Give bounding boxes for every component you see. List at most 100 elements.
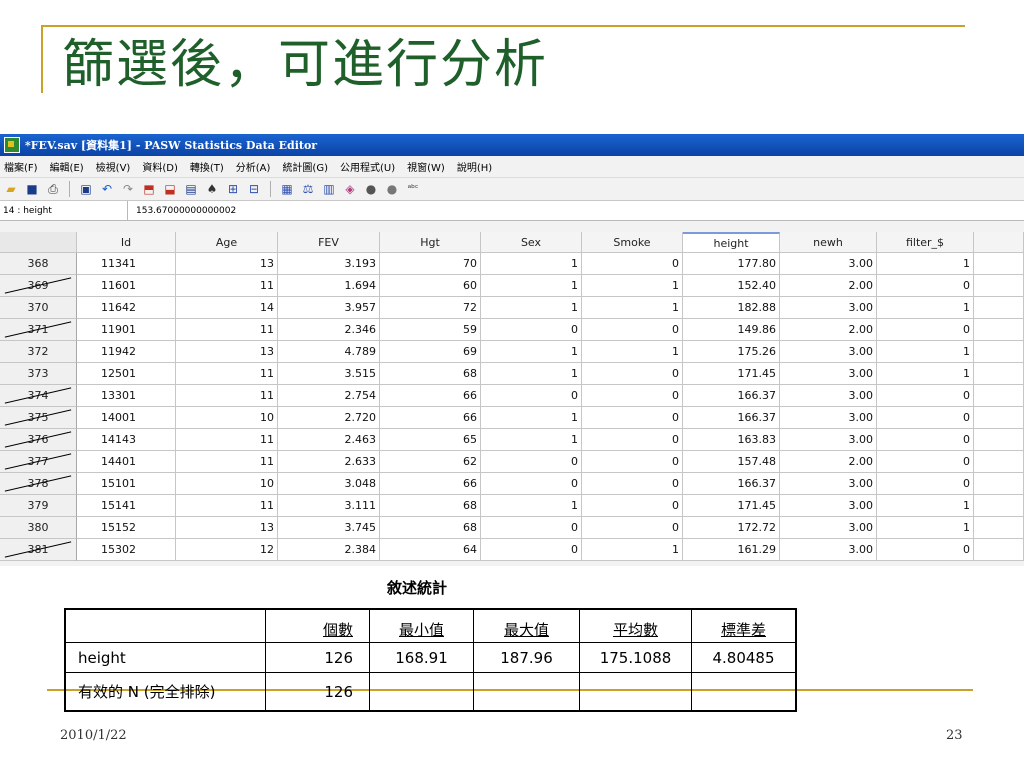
grid-cell[interactable]: 0 xyxy=(877,451,974,473)
grid-cell[interactable]: 0 xyxy=(582,319,683,341)
grid-cell[interactable]: 70 xyxy=(380,253,481,275)
grid-cell[interactable]: 0 xyxy=(582,407,683,429)
grid-cell[interactable]: 2.346 xyxy=(278,319,380,341)
grid-cell[interactable]: 3.745 xyxy=(278,517,380,539)
grid-cell[interactable]: 15302 xyxy=(77,539,176,561)
grid-cell[interactable]: 0 xyxy=(877,407,974,429)
menu-help[interactable]: 說明(H) xyxy=(457,159,492,174)
row-number-filtered[interactable]: 378 xyxy=(0,473,77,495)
grid-cell[interactable]: 65 xyxy=(380,429,481,451)
grid-cell[interactable]: 0 xyxy=(582,517,683,539)
grid-cell[interactable]: 171.45 xyxy=(683,363,780,385)
grid-cell[interactable]: 175.26 xyxy=(683,341,780,363)
grid-cell[interactable]: 172.72 xyxy=(683,517,780,539)
grid-cell[interactable]: 0 xyxy=(582,363,683,385)
grid-cell[interactable]: 13 xyxy=(176,253,278,275)
column-header-empty[interactable] xyxy=(974,232,1024,253)
grid-cell[interactable]: 0 xyxy=(582,253,683,275)
grid-cell[interactable]: 0 xyxy=(582,495,683,517)
grid-cell-empty[interactable] xyxy=(974,363,1024,385)
grid-cell[interactable]: 11942 xyxy=(77,341,176,363)
grid-cell[interactable]: 3.957 xyxy=(278,297,380,319)
grid-cell-empty[interactable] xyxy=(974,451,1024,473)
grid-cell[interactable]: 161.29 xyxy=(683,539,780,561)
grid-cell[interactable]: 1 xyxy=(582,297,683,319)
grid-cell[interactable]: 3.00 xyxy=(780,473,877,495)
grid-cell[interactable]: 11 xyxy=(176,495,278,517)
grid-cell[interactable]: 11 xyxy=(176,451,278,473)
grid-cell[interactable]: 64 xyxy=(380,539,481,561)
print-icon[interactable]: ⎙ xyxy=(45,181,61,197)
grid-cell[interactable]: 163.83 xyxy=(683,429,780,451)
variables-icon[interactable]: ▤ xyxy=(183,181,199,197)
grid-cell[interactable]: 3.193 xyxy=(278,253,380,275)
grid-cell-empty[interactable] xyxy=(974,473,1024,495)
column-header[interactable]: Id xyxy=(77,232,176,253)
grid-cell[interactable]: 69 xyxy=(380,341,481,363)
row-number-filtered[interactable]: 374 xyxy=(0,385,77,407)
column-header[interactable]: Smoke xyxy=(582,232,683,253)
grid-cell[interactable]: 68 xyxy=(380,517,481,539)
grid-cell[interactable]: 2.633 xyxy=(278,451,380,473)
row-number[interactable]: 370 xyxy=(0,297,77,319)
grid-cell[interactable]: 3.00 xyxy=(780,407,877,429)
grid-cell[interactable]: 2.720 xyxy=(278,407,380,429)
grid-cell[interactable]: 0 xyxy=(877,539,974,561)
menu-transform[interactable]: 轉換(T) xyxy=(190,159,224,174)
menu-edit[interactable]: 編輯(E) xyxy=(50,159,84,174)
grid-cell[interactable]: 2.463 xyxy=(278,429,380,451)
grid-cell[interactable]: 13301 xyxy=(77,385,176,407)
row-number-filtered[interactable]: 371 xyxy=(0,319,77,341)
grid-cell-empty[interactable] xyxy=(974,275,1024,297)
find-icon[interactable]: ♠ xyxy=(204,181,220,197)
grid-cell[interactable]: 0 xyxy=(481,517,582,539)
column-header[interactable]: Hgt xyxy=(380,232,481,253)
grid-cell[interactable]: 15141 xyxy=(77,495,176,517)
row-number-filtered[interactable]: 377 xyxy=(0,451,77,473)
grid-cell[interactable]: 3.515 xyxy=(278,363,380,385)
grid-cell-empty[interactable] xyxy=(974,297,1024,319)
grid-cell[interactable]: 1 xyxy=(481,253,582,275)
menu-graphs[interactable]: 統計圖(G) xyxy=(282,159,328,174)
row-number[interactable]: 368 xyxy=(0,253,77,275)
grid-cell[interactable]: 10 xyxy=(176,407,278,429)
grid-cell[interactable]: 1 xyxy=(582,539,683,561)
weight-cases-icon[interactable]: ⚖ xyxy=(300,181,316,197)
grid-cell[interactable]: 3.00 xyxy=(780,539,877,561)
row-number[interactable]: 380 xyxy=(0,517,77,539)
grid-cell[interactable]: 11 xyxy=(176,275,278,297)
grid-cell[interactable]: 62 xyxy=(380,451,481,473)
grid-cell[interactable]: 2.00 xyxy=(780,275,877,297)
grid-cell[interactable]: 72 xyxy=(380,297,481,319)
grid-cell[interactable]: 11901 xyxy=(77,319,176,341)
insert-cases-icon[interactable]: ⊞ xyxy=(225,181,241,197)
grid-cell-empty[interactable] xyxy=(974,341,1024,363)
menu-utilities[interactable]: 公用程式(U) xyxy=(340,159,395,174)
grid-cell[interactable]: 166.37 xyxy=(683,407,780,429)
insert-variable-icon[interactable]: ⊟ xyxy=(246,181,262,197)
grid-cell[interactable]: 1 xyxy=(481,407,582,429)
window-titlebar[interactable]: *FEV.sav [資料集1] - PASW Statistics Data E… xyxy=(0,134,1024,156)
grid-cell[interactable]: 14001 xyxy=(77,407,176,429)
grid-cell[interactable]: 1 xyxy=(481,297,582,319)
goto-variable-icon[interactable]: ⬓ xyxy=(162,181,178,197)
grid-cell[interactable]: 3.00 xyxy=(780,517,877,539)
grid-cell[interactable]: 11 xyxy=(176,385,278,407)
grid-cell[interactable]: 0 xyxy=(877,385,974,407)
grid-cell[interactable]: 1 xyxy=(481,495,582,517)
grid-cell[interactable]: 1 xyxy=(481,275,582,297)
column-header[interactable]: Sex xyxy=(481,232,582,253)
grid-cell[interactable]: 1 xyxy=(481,429,582,451)
grid-cell[interactable]: 10 xyxy=(176,473,278,495)
grid-corner[interactable] xyxy=(0,232,77,253)
grid-cell[interactable]: 11642 xyxy=(77,297,176,319)
grid-cell[interactable]: 1 xyxy=(582,275,683,297)
value-labels-icon[interactable]: ◈ xyxy=(342,181,358,197)
open-folder-icon[interactable]: ▰ xyxy=(3,181,19,197)
column-header[interactable]: FEV xyxy=(278,232,380,253)
grid-cell-empty[interactable] xyxy=(974,539,1024,561)
grid-cell[interactable]: 3.00 xyxy=(780,429,877,451)
goto-case-icon[interactable]: ⬒ xyxy=(141,181,157,197)
grid-cell[interactable]: 166.37 xyxy=(683,473,780,495)
grid-cell[interactable]: 3.111 xyxy=(278,495,380,517)
